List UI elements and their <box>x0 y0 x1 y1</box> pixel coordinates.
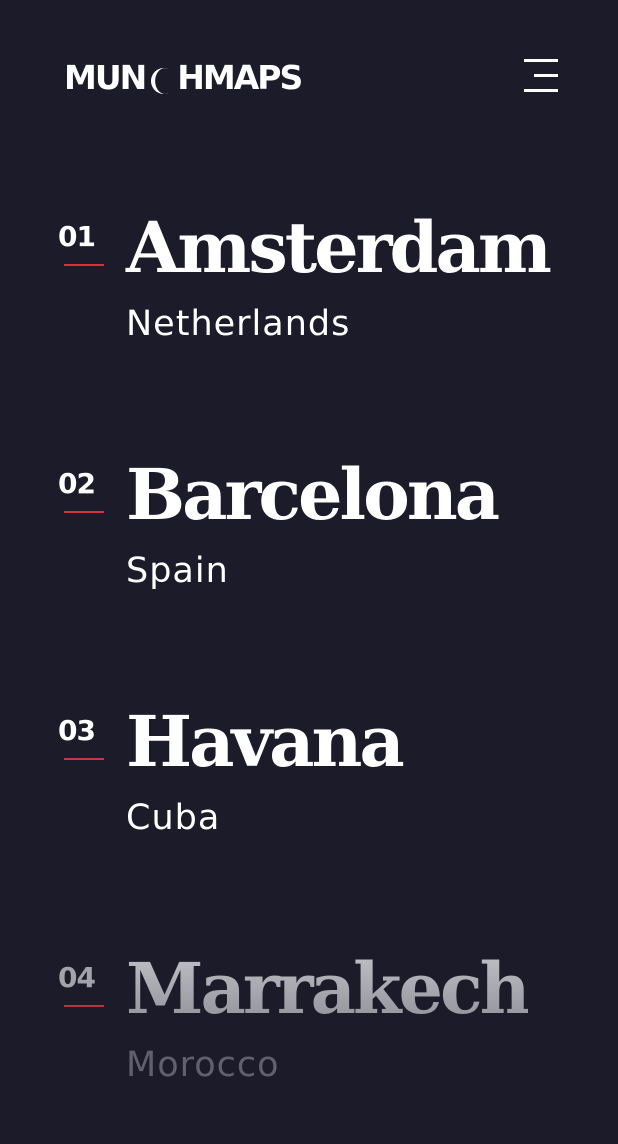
logo-text-right: HMAPS <box>177 58 303 97</box>
logo-text-left: MUN <box>64 58 147 97</box>
city-name: Barcelona <box>126 453 500 536</box>
city-item-barcelona[interactable]: 02 Barcelona Spain <box>58 453 598 613</box>
city-index: 04 <box>58 961 96 994</box>
city-country: Morocco <box>126 1045 280 1085</box>
hamburger-menu-icon[interactable] <box>518 54 566 98</box>
city-index: 01 <box>58 220 96 253</box>
index-underline <box>64 511 104 513</box>
city-country: Netherlands <box>126 304 351 344</box>
city-list-screen: MUN HMAPS 01 Amsterdam Netherlands 02 Ba… <box>0 0 618 1144</box>
crescent-c-icon <box>147 64 175 94</box>
city-country: Spain <box>126 551 229 591</box>
city-item-marrakech[interactable]: 04 Marrakech Morocco <box>58 947 598 1107</box>
munchmaps-logo[interactable]: MUN HMAPS <box>64 58 303 98</box>
city-item-havana[interactable]: 03 Havana Cuba <box>58 700 598 860</box>
index-underline <box>64 1005 104 1007</box>
index-underline <box>64 758 104 760</box>
city-country: Cuba <box>126 798 221 838</box>
index-underline <box>64 264 104 266</box>
city-name: Havana <box>126 700 405 783</box>
city-name: Marrakech <box>126 945 531 1033</box>
city-name: Amsterdam <box>126 206 552 289</box>
city-index: 02 <box>58 467 96 500</box>
city-item-amsterdam[interactable]: 01 Amsterdam Netherlands <box>58 206 598 366</box>
city-index: 03 <box>58 714 96 747</box>
